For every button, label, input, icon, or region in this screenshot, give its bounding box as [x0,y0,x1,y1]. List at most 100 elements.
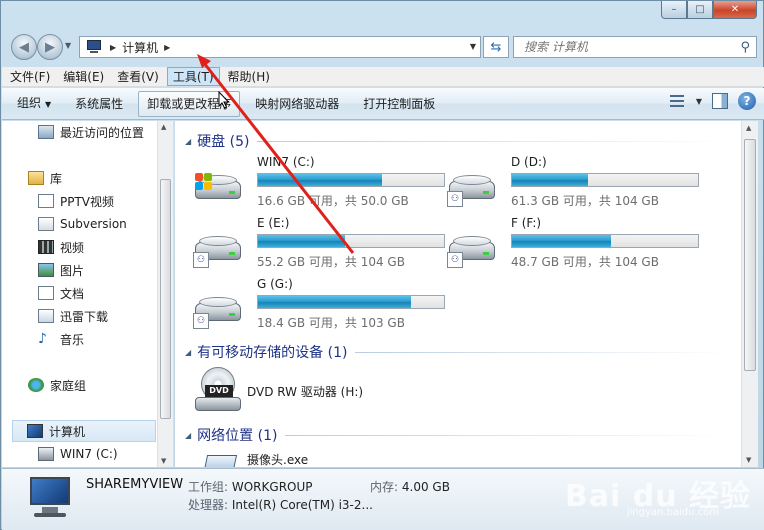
drive-space-info: 61.3 GB 可用，共 104 GB [511,194,659,208]
drive-tile[interactable]: ⚇ G (G:) 18.4 GB 可用，共 103 GB [187,277,445,333]
address-bar[interactable]: ▶ 计算机 ▶ ▼ [79,36,481,58]
collapse-triangle-icon[interactable]: ◢ [185,137,191,146]
back-button[interactable]: ◀ [11,34,37,60]
drive-tile[interactable]: ⚇ D (D:) 61.3 GB 可用，共 104 GB [441,155,699,211]
organize-button[interactable]: 组织 ▼ [8,90,60,118]
chevron-down-icon: ▼ [45,99,52,109]
open-control-panel-button[interactable]: 打开控制面板 [354,91,444,117]
sidebar-item-music[interactable]: ♪ 音乐 [38,328,173,350]
back-arrow-icon: ◀ [19,39,29,55]
sidebar-item-pictures[interactable]: 图片 [38,259,173,281]
search-input[interactable] [524,40,724,54]
network-location-name[interactable]: 摄像头.exe [247,451,308,467]
sidebar-item-homegroup[interactable]: 家庭组 [28,374,173,396]
scroll-up-icon[interactable]: ▲ [161,123,166,131]
refresh-icon: ⇆ [490,39,502,55]
windows-drive-icon [38,447,54,461]
drive-tile[interactable]: ⚇ E (E:) 55.2 GB 可用，共 104 GB [187,216,445,272]
sidebar-item-downloads[interactable]: 迅雷下载 [38,305,173,327]
sidebar-item-drive-c[interactable]: WIN7 (C:) [38,443,173,465]
scroll-down-icon[interactable]: ▼ [161,457,166,465]
refresh-button[interactable]: ⇆ [483,36,509,58]
search-icon[interactable]: ⚲ [740,40,750,55]
sidebar-item-label: 音乐 [60,332,85,347]
baidu-watermark-url: jingyan.baidu.com [626,507,719,518]
group-header-network[interactable]: ◢ 网络位置 (1) [185,425,731,445]
sidebar-item-computer[interactable]: 计算机 [12,420,156,442]
scrollbar-thumb[interactable] [744,139,756,371]
pictures-icon [38,263,54,277]
drive-tile[interactable]: WIN7 (C:) 16.6 GB 可用，共 50.0 GB [187,155,445,211]
group-title: 网络位置 (1) [197,428,278,444]
computer-icon [86,40,104,54]
shared-drive-badge-icon: ⚇ [193,252,209,268]
drive-usage-bar [511,234,699,248]
group-header-hard-disks[interactable]: ◢ 硬盘 (5) [185,131,731,151]
drive-usage-fill [512,235,611,247]
video-library-icon [38,194,54,208]
sidebar-item-label: 文档 [60,286,85,301]
workgroup-label: 工作组: [188,480,229,494]
group-title: 硬盘 (5) [197,134,250,150]
menu-file[interactable]: 文件(F) [5,67,55,86]
command-bar: 组织 ▼ 系统属性 卸载或更改程序 映射网络驱动器 打开控制面板 ▼ ? [2,88,764,120]
minimize-button[interactable]: – [661,1,687,19]
close-button[interactable]: ✕ [713,1,757,19]
sidebar-item-subversion[interactable]: Subversion [38,213,173,235]
sidebar-item-label: 家庭组 [50,378,87,393]
help-icon[interactable]: ? [738,92,756,110]
breadcrumb-chevron-icon[interactable]: ▶ [164,43,170,52]
content-pane: ◢ 硬盘 (5) WIN7 (C:) 16.6 GB 可用，共 50.0 GB ⚇ D… [175,121,741,467]
navigation-pane-scrollbar[interactable]: ▲ ▼ [157,121,173,467]
view-controls: ▼ ? [668,92,756,110]
change-view-icon[interactable] [668,93,686,109]
search-box[interactable]: ⚲ [513,36,757,58]
memory-row: 内存: 4.00 GB [370,478,450,495]
libraries-icon [28,171,44,185]
forward-button[interactable]: ▶ [37,34,63,60]
recent-pages-dropdown[interactable]: ▼ [65,41,71,50]
scroll-up-icon[interactable]: ▲ [746,124,751,132]
drive-name: D (D:) [511,155,547,169]
maximize-button[interactable]: □ [687,1,713,19]
menu-edit[interactable]: 编辑(E) [58,67,109,86]
map-network-drive-button[interactable]: 映射网络驱动器 [246,91,348,117]
breadcrumb-chevron-icon[interactable]: ▶ [110,43,116,52]
sidebar-item-recent-places[interactable]: 最近访问的位置 [38,121,173,143]
sidebar-item-libraries[interactable]: 库 [28,167,173,189]
drive-name: WIN7 (C:) [257,155,315,169]
drive-space-info: 55.2 GB 可用，共 104 GB [257,255,405,269]
sidebar-item-label: 库 [50,171,63,186]
menu-help[interactable]: 帮助(H) [223,67,275,86]
windows-logo-icon [195,173,213,191]
workgroup-row: 工作组: WORKGROUP [188,478,313,495]
sidebar-item-pptv[interactable]: PPTV视频 [38,190,173,212]
view-options-dropdown-icon[interactable]: ▼ [696,97,702,106]
dvd-drive-icon[interactable]: DVD [193,367,243,413]
content-scrollbar[interactable]: ▲ ▼ [741,121,758,467]
music-icon: ♪ [38,331,47,347]
organize-label: 组织 [17,95,42,110]
dvd-drive-name[interactable]: DVD RW 驱动器 (H:) [247,383,363,400]
sidebar-item-documents[interactable]: 文档 [38,282,173,304]
drive-usage-bar [257,234,445,248]
scrollbar-thumb[interactable] [160,179,171,419]
menu-view[interactable]: 查看(V) [112,67,164,86]
breadcrumb-computer[interactable]: 计算机 [122,39,158,56]
group-header-removable[interactable]: ◢ 有可移动存储的设备 (1) [185,342,731,362]
scroll-down-icon[interactable]: ▼ [746,456,751,464]
menu-tools[interactable]: 工具(T) [166,67,220,86]
drive-name: G (G:) [257,277,293,291]
drive-tile[interactable]: ⚇ F (F:) 48.7 GB 可用，共 104 GB [441,216,699,272]
preview-pane-icon[interactable] [712,93,728,109]
menu-bar: 文件(F) 编辑(E) 查看(V) 工具(T) 帮助(H) [2,67,764,87]
system-properties-button[interactable]: 系统属性 [66,91,132,117]
collapse-triangle-icon[interactable]: ◢ [185,431,191,440]
forward-arrow-icon: ▶ [45,39,55,55]
sidebar-item-videos[interactable]: 视频 [38,236,173,258]
sidebar-item-label: PPTV视频 [60,194,115,209]
network-location-icon[interactable] [202,455,238,467]
address-dropdown-icon[interactable]: ▼ [470,42,476,51]
collapse-triangle-icon[interactable]: ◢ [185,348,191,357]
drive-usage-bar [257,295,445,309]
